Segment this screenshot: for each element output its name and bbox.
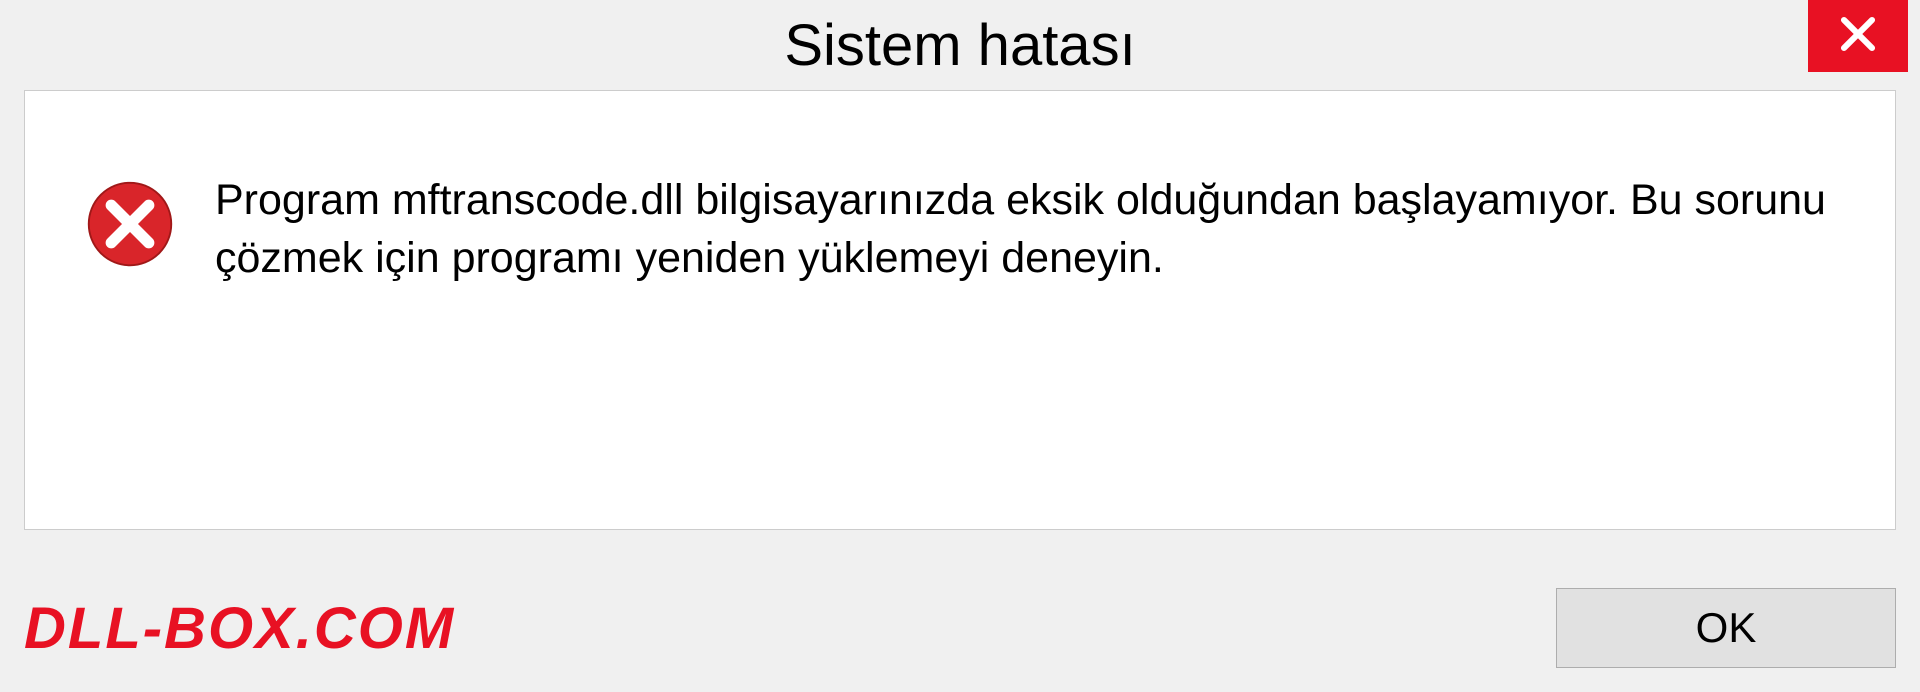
dialog-title: Sistem hatası [784, 12, 1135, 79]
content-panel: Program mftranscode.dll bilgisayarınızda… [24, 90, 1896, 530]
title-bar: Sistem hatası [0, 0, 1920, 90]
close-button[interactable] [1808, 0, 1908, 72]
watermark-text: DLL-BOX.COM [24, 595, 455, 662]
ok-button[interactable]: OK [1556, 588, 1896, 668]
footer: DLL-BOX.COM OK [0, 588, 1920, 668]
error-icon [85, 179, 175, 269]
close-icon [1837, 13, 1879, 60]
error-message: Program mftranscode.dll bilgisayarınızda… [215, 171, 1835, 287]
